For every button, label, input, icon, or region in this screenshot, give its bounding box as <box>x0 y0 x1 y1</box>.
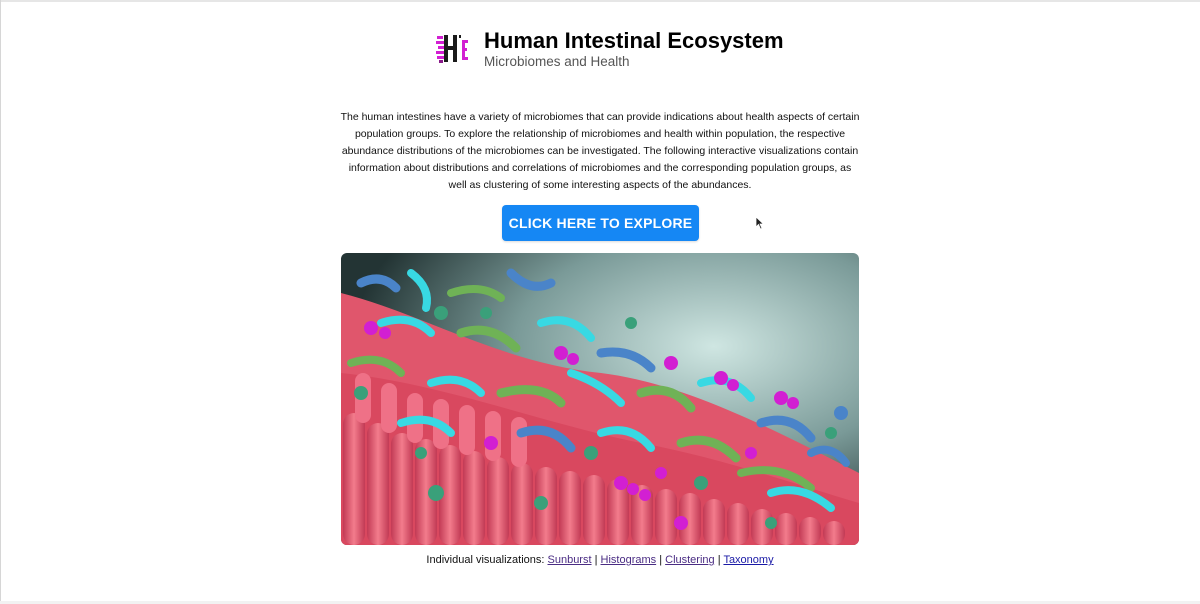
link-separator: | <box>659 554 663 566</box>
link-separator: | <box>717 554 721 566</box>
visualization-links: Individual visualizations: Sunburst | Hi… <box>0 554 1200 566</box>
page-header: Human Intestinal Ecosystem Microbiomes a… <box>435 28 784 69</box>
links-prefix: Individual visualizations: <box>426 554 545 566</box>
app-subtitle: Microbiomes and Health <box>484 54 630 69</box>
intro-paragraph: The human intestines have a variety of m… <box>340 111 860 191</box>
mouse-cursor-icon <box>755 216 765 230</box>
window-top-border <box>0 0 1200 2</box>
histograms-link[interactable]: Histograms <box>601 554 657 566</box>
microbiome-image <box>341 253 859 545</box>
clustering-link[interactable]: Clustering <box>665 554 715 566</box>
hie-logo-icon <box>436 35 468 63</box>
microbiome-illustration <box>341 253 859 545</box>
sunburst-link[interactable]: Sunburst <box>548 554 592 566</box>
explore-button[interactable]: CLICK HERE TO EXPLORE <box>502 205 699 241</box>
link-separator: | <box>594 554 598 566</box>
window-left-border <box>0 0 1 604</box>
app-title: Human Intestinal Ecosystem <box>484 28 784 53</box>
taxonomy-link[interactable]: Taxonomy <box>723 554 773 566</box>
